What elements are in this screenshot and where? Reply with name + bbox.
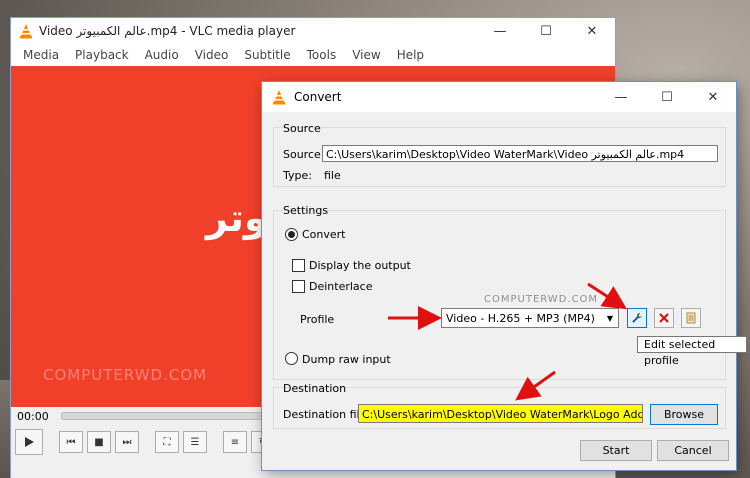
dump-raw-radio[interactable] [285,352,298,365]
profile-select-value: Video - H.265 + MP3 (MP4) [446,312,595,325]
next-icon: ⏭ [122,436,132,448]
vlc-titlebar[interactable]: Video عالم الكمبيوتر.mp4 - VLC media pla… [11,18,615,44]
video-watermark: COMPUTERWD.COM [43,366,208,384]
deinterlace-checkbox[interactable] [292,280,305,293]
playlist-button[interactable]: ≡ [223,431,247,453]
vlc-cone-icon [273,90,285,105]
menu-audio[interactable]: Audio [137,48,187,62]
menu-subtitle[interactable]: Subtitle [236,48,298,62]
cancel-button[interactable]: Cancel [657,440,729,461]
new-profile-button[interactable] [681,308,701,328]
stop-button[interactable]: ■ [87,431,111,453]
play-button[interactable] [15,429,43,455]
deinterlace-label: Deinterlace [309,280,373,293]
convert-radio-label: Convert [302,228,346,241]
destination-file-field[interactable]: C:\Users\karim\Desktop\Video WaterMark\L… [358,404,643,423]
next-button[interactable]: ⏭ [115,431,139,453]
dialog-title: Convert [294,90,342,104]
menu-view[interactable]: View [344,48,388,62]
type-label: Type: [283,169,312,182]
dialog-maximize-button[interactable]: ☐ [644,82,690,112]
menu-video[interactable]: Video [187,48,237,62]
type-value: file [324,169,341,182]
edit-profile-tooltip: Edit selected profile [637,336,747,367]
red-x-icon [659,313,669,323]
vlc-window-title: Video عالم الكمبيوتر.mp4 - VLC media pla… [39,24,296,38]
vlc-cone-icon [20,24,32,39]
close-button[interactable]: ✕ [569,18,615,44]
dialog-minimize-button[interactable]: — [598,82,644,112]
destination-group-label: Destination [283,382,347,395]
play-icon [25,437,34,447]
convert-radio[interactable] [285,228,298,241]
wrench-icon [632,313,642,323]
chevron-down-icon: ▼ [606,314,613,323]
dialog-close-button[interactable]: ✕ [690,82,736,112]
profile-select[interactable]: Video - H.265 + MP3 (MP4) ▼ [441,308,619,328]
new-profile-icon [686,312,696,324]
profile-label: Profile [300,313,335,326]
maximize-button[interactable]: ☐ [523,18,569,44]
fullscreen-icon: ⛶ [163,436,171,448]
menu-help[interactable]: Help [389,48,432,62]
settings-group-label: Settings [283,204,329,217]
minimize-button[interactable]: — [477,18,523,44]
source-group-label: Source [283,122,321,135]
convert-titlebar[interactable]: Convert — ☐ ✕ [262,82,736,112]
convert-dialog: Convert — ☐ ✕ Source Source: C:\Users\ka… [262,82,736,470]
extended-settings-button[interactable]: ☰ [183,431,207,453]
source-field[interactable]: C:\Users\karim\Desktop\Video WaterMark\V… [322,145,718,162]
menu-playback[interactable]: Playback [67,48,137,62]
equalizer-icon: ☰ [190,436,200,448]
display-output-checkbox[interactable] [292,259,305,272]
vlc-menubar: Media Playback Audio Video Subtitle Tool… [11,44,615,66]
seek-bar[interactable] [61,412,263,420]
browse-button[interactable]: Browse [650,404,718,425]
dialog-watermark: COMPUTERWD.COM [484,294,599,305]
stop-icon: ■ [94,436,104,448]
previous-icon: ⏮ [66,436,76,448]
previous-button[interactable]: ⏮ [59,431,83,453]
playlist-icon: ≡ [230,436,240,448]
elapsed-time: 00:00 [17,410,49,423]
menu-media[interactable]: Media [15,48,67,62]
edit-profile-button[interactable] [627,308,647,328]
start-button[interactable]: Start [580,440,652,461]
dump-raw-label: Dump raw input [302,353,391,366]
source-label: Source: [283,148,325,161]
display-output-label: Display the output [309,259,411,272]
menu-tools[interactable]: Tools [299,48,345,62]
fullscreen-button[interactable]: ⛶ [155,431,179,453]
delete-profile-button[interactable] [654,308,674,328]
